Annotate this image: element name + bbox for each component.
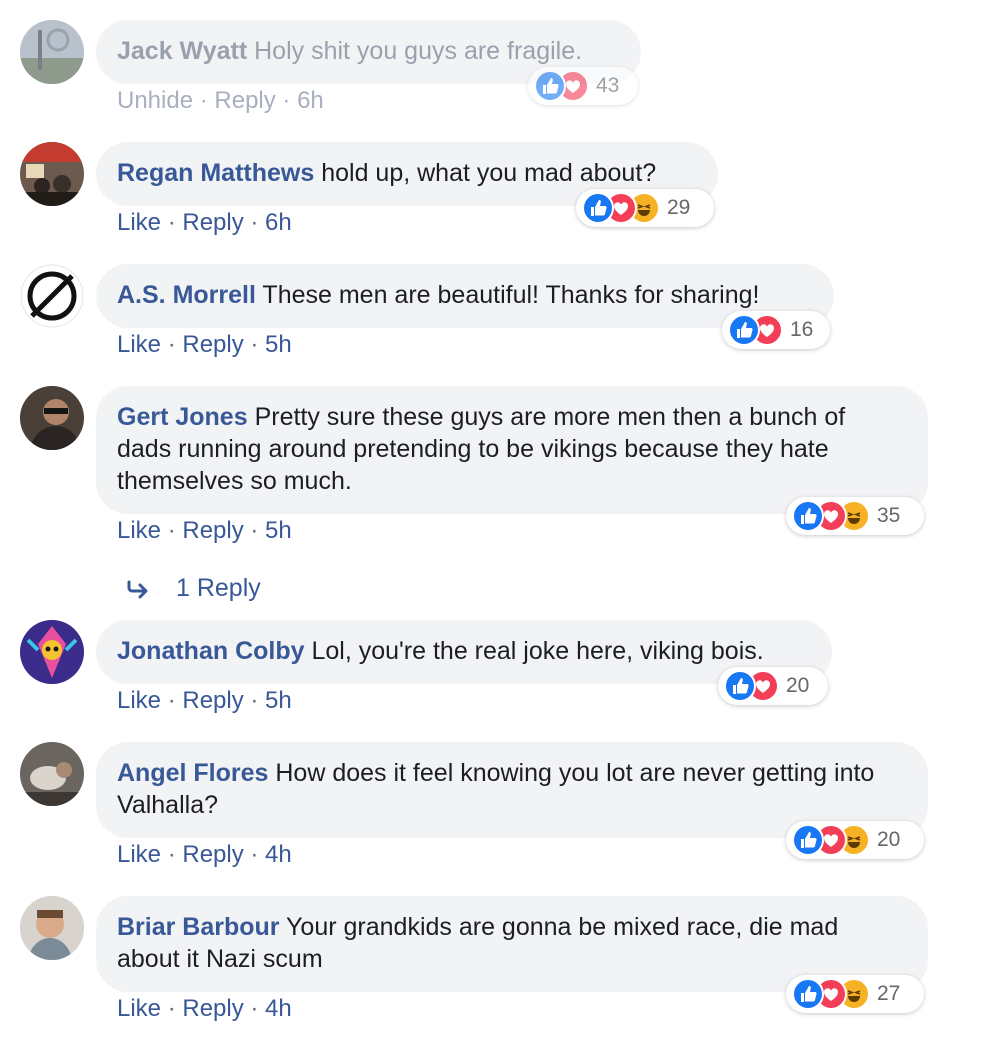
comment-text: These men are beautiful! Thanks for shar… bbox=[262, 281, 760, 309]
reply-link[interactable]: Reply bbox=[182, 841, 243, 868]
unhide-link[interactable]: Unhide bbox=[117, 87, 193, 114]
like-icon bbox=[792, 500, 824, 532]
reaction-summary[interactable]: 43 bbox=[528, 67, 638, 105]
like-link[interactable]: Like bbox=[117, 517, 161, 544]
comment-actions: Like · Reply · 4h bbox=[117, 995, 292, 1022]
reaction-count: 29 bbox=[667, 196, 691, 219]
comment-text: Holy shit you guys are fragile. bbox=[254, 37, 583, 65]
like-icon bbox=[728, 314, 760, 346]
timestamp[interactable]: 5h bbox=[265, 331, 292, 358]
avatar[interactable] bbox=[20, 620, 84, 684]
timestamp[interactable]: 5h bbox=[265, 687, 292, 714]
like-icon bbox=[534, 70, 566, 102]
comment-text: Lol, you're the real joke here, viking b… bbox=[311, 637, 764, 665]
avatar[interactable] bbox=[20, 264, 84, 328]
reaction-count: 43 bbox=[596, 74, 620, 97]
reaction-count: 27 bbox=[877, 982, 901, 1005]
like-link[interactable]: Like bbox=[117, 209, 161, 236]
comment-author[interactable]: Regan Matthews bbox=[117, 159, 314, 187]
reaction-summary[interactable]: 20 bbox=[786, 821, 924, 859]
reaction-count: 20 bbox=[877, 828, 901, 851]
comment-author[interactable]: Jack Wyatt bbox=[117, 37, 247, 65]
reply-link[interactable]: Reply bbox=[182, 331, 243, 358]
avatar[interactable] bbox=[20, 386, 84, 450]
avatar[interactable] bbox=[20, 742, 84, 806]
comment-author[interactable]: Briar Barbour bbox=[117, 913, 280, 941]
reply-link[interactable]: Reply bbox=[182, 995, 243, 1022]
reaction-summary[interactable]: 27 bbox=[786, 975, 924, 1013]
view-replies-link[interactable]: 1 Reply bbox=[124, 572, 261, 604]
reply-link[interactable]: Reply bbox=[214, 87, 275, 114]
like-link[interactable]: Like bbox=[117, 687, 161, 714]
comment-actions: Like · Reply · 6h bbox=[117, 209, 292, 236]
comment-bubble: A.S. Morrell These men are beautiful! Th… bbox=[96, 264, 834, 328]
timestamp[interactable]: 6h bbox=[297, 87, 324, 114]
reply-link[interactable]: Reply bbox=[182, 517, 243, 544]
comment-actions: Like · Reply · 5h bbox=[117, 517, 292, 544]
reply-link[interactable]: Reply bbox=[182, 209, 243, 236]
timestamp[interactable]: 4h bbox=[265, 995, 292, 1022]
avatar[interactable] bbox=[20, 896, 84, 960]
comment-actions: Like · Reply · 5h bbox=[117, 687, 292, 714]
comment-author[interactable]: Gert Jones bbox=[117, 403, 248, 431]
timestamp[interactable]: 6h bbox=[265, 209, 292, 236]
like-link[interactable]: Like bbox=[117, 995, 161, 1022]
avatar[interactable] bbox=[20, 20, 84, 84]
comment-author[interactable]: Angel Flores bbox=[117, 759, 268, 787]
comment-actions: Unhide · Reply · 6h bbox=[117, 87, 324, 114]
comment-actions: Like · Reply · 4h bbox=[117, 841, 292, 868]
like-icon bbox=[724, 670, 756, 702]
like-icon bbox=[792, 824, 824, 856]
view-replies-label[interactable]: 1 Reply bbox=[176, 572, 261, 604]
reaction-count: 20 bbox=[786, 674, 810, 697]
comment-author[interactable]: Jonathan Colby bbox=[117, 637, 305, 665]
timestamp[interactable]: 4h bbox=[265, 841, 292, 868]
comment-bubble: Gert Jones Pretty sure these guys are mo… bbox=[96, 386, 928, 514]
reaction-summary[interactable]: 20 bbox=[718, 667, 828, 705]
like-link[interactable]: Like bbox=[117, 841, 161, 868]
timestamp[interactable]: 5h bbox=[265, 517, 292, 544]
reaction-summary[interactable]: 29 bbox=[576, 189, 714, 227]
comment-text: hold up, what you mad about? bbox=[321, 159, 657, 187]
reply-link[interactable]: Reply bbox=[182, 687, 243, 714]
reaction-summary[interactable]: 16 bbox=[722, 311, 830, 349]
reaction-count: 16 bbox=[790, 318, 814, 341]
like-link[interactable]: Like bbox=[117, 331, 161, 358]
like-icon bbox=[582, 192, 614, 224]
like-icon bbox=[792, 978, 824, 1010]
reply-arrow-icon bbox=[127, 580, 148, 599]
reaction-summary[interactable]: 35 bbox=[786, 497, 924, 535]
comment-actions: Like · Reply · 5h bbox=[117, 331, 292, 358]
comment-author[interactable]: A.S. Morrell bbox=[117, 281, 256, 309]
avatar[interactable] bbox=[20, 142, 84, 206]
reaction-count: 35 bbox=[877, 504, 901, 527]
